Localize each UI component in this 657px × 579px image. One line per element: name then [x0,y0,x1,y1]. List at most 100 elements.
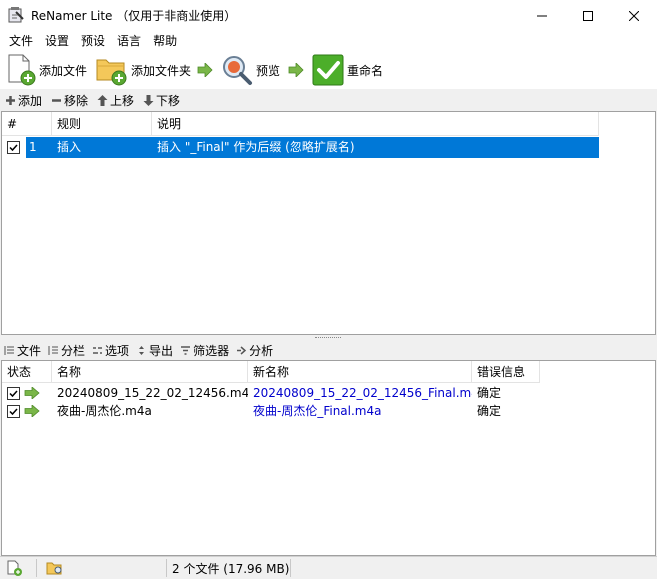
files-menu-label: 文件 [17,344,42,358]
preview-button[interactable]: 预览 [221,51,280,89]
add-files-button[interactable]: 添加文件 [6,51,87,89]
status-add-folder-button[interactable] [46,557,64,579]
menu-help[interactable]: 帮助 [147,31,183,51]
export-menu-label: 导出 [149,344,174,358]
maximize-icon [583,10,593,21]
move-up-label: 上移 [110,94,135,108]
analyze-menu-label: 分析 [249,344,274,358]
status-bar: 2 个文件 (17.96 MB) [0,556,657,579]
file-enabled-checkbox[interactable] [7,404,20,418]
column-header-status[interactable]: 状态 [2,361,52,383]
checkmark-icon [9,389,18,397]
files-table[interactable]: 状态 名称 新名称 错误信息 20240809_15_22_02_12456.m… [1,360,656,556]
plus-icon [6,96,15,105]
columns-menu-label: 分栏 [61,344,86,358]
add-folders-label: 添加文件夹 [131,63,192,78]
file-row[interactable]: 20240809_15_22_02_12456.m4a 20240809_15_… [2,384,540,402]
add-file-icon [7,560,22,576]
add-rule-button[interactable]: 添加 [5,92,42,109]
files-icon [4,346,14,355]
add-folders-button[interactable]: 添加文件夹 [96,51,191,89]
rules-table-header: # 规则 说明 [2,112,599,136]
menu-language[interactable]: 语言 [111,31,147,51]
menu-settings[interactable]: 设置 [39,31,75,51]
title-bar: ReNamer Lite （仅用于非商业使用） [0,0,657,31]
file-enabled-checkbox[interactable] [7,386,20,400]
checkmark-icon [9,407,18,415]
column-header-rule[interactable]: 规则 [52,112,152,136]
filters-menu-label: 筛选器 [193,344,230,358]
rule-row[interactable]: 1 插入 插入 "_Final" 作为后缀 (忽略扩展名) [2,137,599,158]
move-down-label: 下移 [156,94,181,108]
status-divider [36,559,37,577]
preview-label: 预览 [256,63,281,78]
status-divider [166,559,167,577]
minimize-icon [537,15,547,16]
column-header-index[interactable]: # [2,112,52,136]
folder-search-icon [46,562,62,575]
splitter-grip [315,337,341,339]
file-name: 夜曲-周杰伦.m4a [57,404,152,418]
arrow-right-icon [24,387,40,399]
rule-name: 插入 [52,137,152,158]
minus-icon [52,99,62,102]
main-toolbar: 添加文件 添加文件夹 预览 重命名 [0,51,657,89]
status-summary: 2 个文件 (17.96 MB) [172,561,290,576]
analyze-icon [237,346,247,355]
file-status-cell [2,402,52,420]
menu-file[interactable]: 文件 [3,31,39,51]
column-header-error[interactable]: 错误信息 [472,361,540,383]
move-up-button[interactable]: 上移 [97,92,134,109]
add-folder-icon [96,59,127,86]
checkmark-icon [312,54,344,86]
file-status-cell [2,384,52,402]
options-icon [93,347,103,354]
columns-icon [48,346,59,355]
file-error: 确定 [477,386,502,400]
rename-button[interactable]: 重命名 [312,51,383,89]
rules-toolbar: 添加 移除 上移 下移 [0,90,657,111]
move-down-button[interactable]: 下移 [143,92,180,109]
file-new-name: 夜曲-周杰伦_Final.m4a [253,404,382,418]
files-table-header: 状态 名称 新名称 错误信息 [2,361,540,383]
column-header-description[interactable]: 说明 [152,112,599,136]
close-icon [629,10,639,21]
options-menu-button[interactable]: 选项 [92,342,129,359]
rule-enabled-checkbox[interactable] [7,141,20,154]
export-icon [139,346,145,355]
renamer-app-icon [8,7,24,23]
remove-rule-button[interactable]: 移除 [51,92,88,109]
export-menu-button[interactable]: 导出 [136,342,173,359]
add-file-icon [8,54,36,86]
rename-label: 重命名 [347,63,384,78]
column-header-new-name[interactable]: 新名称 [248,361,472,383]
maximize-button[interactable] [565,0,611,31]
rules-table[interactable]: # 规则 说明 1 插入 插入 "_Final" 作为后缀 (忽略扩展名) [1,111,656,335]
file-row[interactable]: 夜曲-周杰伦.m4a 夜曲-周杰伦_Final.m4a 确定 [2,402,540,420]
magnifier-icon [223,56,252,85]
close-button[interactable] [611,0,657,31]
arrow-right-icon [197,63,213,77]
rule-description: 插入 "_Final" 作为后缀 (忽略扩展名) [152,137,599,158]
file-new-name: 20240809_15_22_02_12456_Final.m4a [253,386,472,400]
menu-presets[interactable]: 预设 [75,31,111,51]
filters-menu-button[interactable]: 筛选器 [180,342,229,359]
arrow-down-icon [143,95,154,106]
checkmark-icon [9,144,18,152]
analyze-menu-button[interactable]: 分析 [236,342,273,359]
files-menu-button[interactable]: 文件 [4,342,41,359]
add-rule-label: 添加 [18,94,43,108]
arrow-up-icon [97,95,108,106]
status-add-files-button[interactable] [6,557,22,579]
add-files-label: 添加文件 [39,63,88,78]
window-title: ReNamer Lite （仅用于非商业使用） [31,9,237,23]
remove-rule-label: 移除 [64,94,89,108]
column-header-name[interactable]: 名称 [52,361,248,383]
menu-bar: 文件 设置 预设 语言 帮助 [0,31,657,51]
arrow-right-icon [24,405,40,417]
columns-menu-button[interactable]: 分栏 [48,342,85,359]
rule-index: 1 [26,137,52,158]
filter-icon [181,346,191,355]
arrow-right-icon [288,63,304,77]
minimize-button[interactable] [519,0,565,31]
